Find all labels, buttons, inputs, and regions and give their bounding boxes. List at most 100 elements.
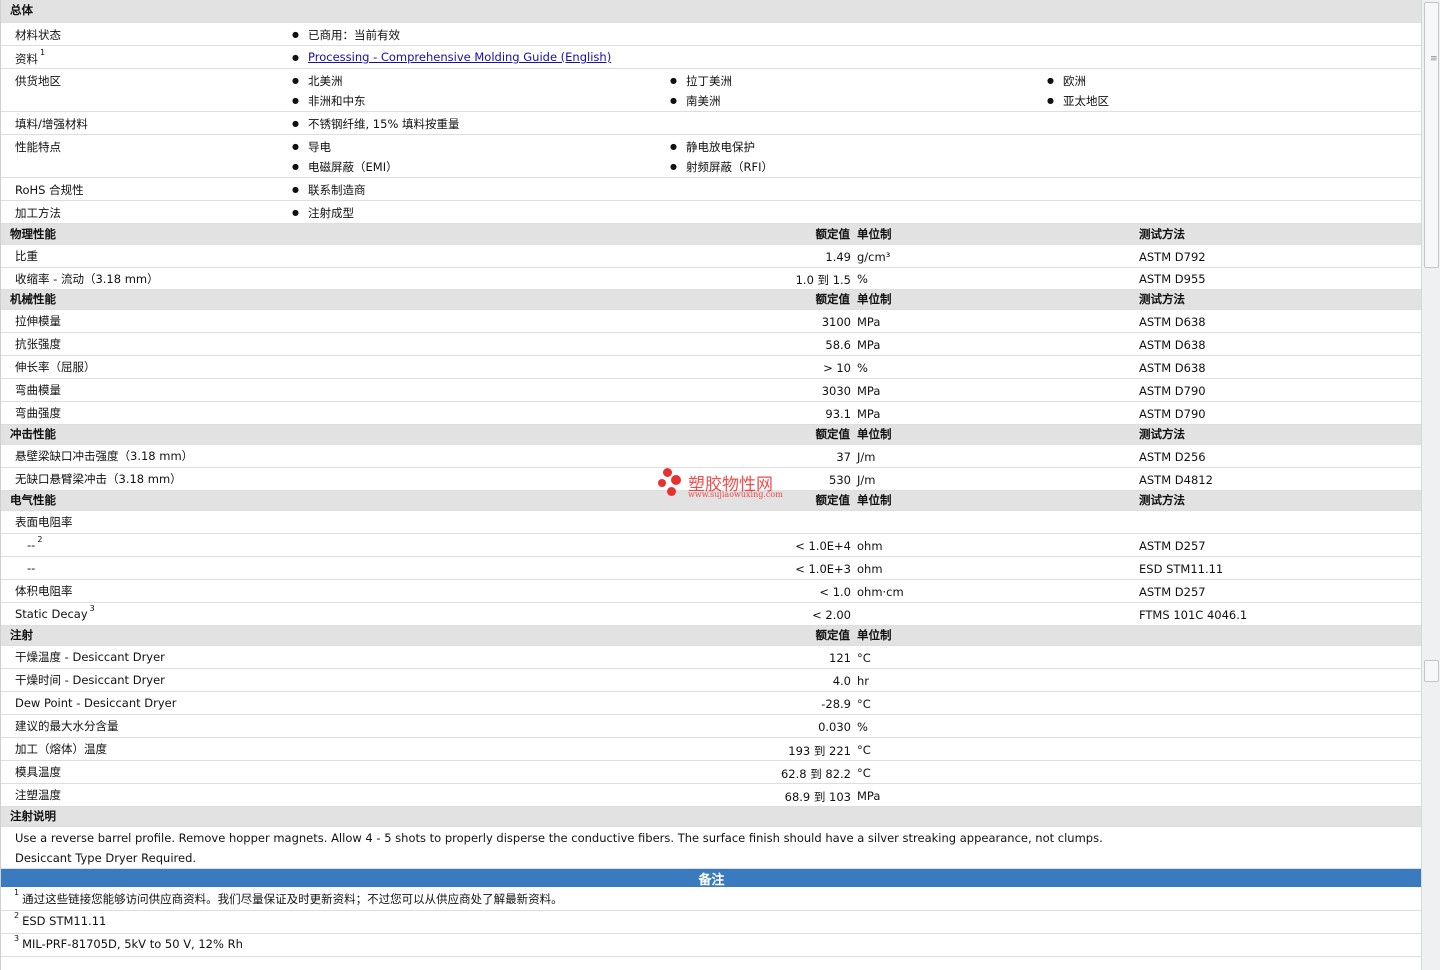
section-injection-notes: 注射说明 bbox=[1, 807, 1422, 827]
unit: J/m bbox=[857, 450, 876, 464]
bullet-item: 亚太地区 bbox=[1047, 93, 1109, 109]
banner-title: 备注 bbox=[698, 873, 725, 888]
test-method: ASTM D638 bbox=[1139, 315, 1206, 329]
col-unit-header: 单位制 bbox=[857, 628, 892, 642]
rated-value: < 1.0E+3 bbox=[795, 562, 851, 576]
vertical-scrollbar[interactable]: ≡ bbox=[1421, 0, 1440, 970]
table-row: -- 2 < 1.0E+4 ohm ASTM D257 bbox=[1, 534, 1422, 557]
row-label: 供货地区 bbox=[15, 74, 61, 88]
table-row: 加工（熔体）温度 193 到 221 °C bbox=[1, 738, 1422, 761]
watermark-dot bbox=[663, 468, 672, 477]
section-physical: 物理性能 额定值 单位制 测试方法 bbox=[1, 224, 1422, 245]
row-processing-method: 加工方法 注射成型 bbox=[1, 201, 1422, 224]
section-title: 注射 bbox=[10, 628, 33, 642]
table-row: 模具温度 62.8 到 82.2 °C bbox=[1, 761, 1422, 784]
col-unit-header: 单位制 bbox=[857, 292, 892, 306]
rated-value: 93.1 bbox=[825, 407, 851, 421]
property-name: 干燥时间 - Desiccant Dryer bbox=[15, 673, 165, 687]
test-method: ASTM D638 bbox=[1139, 361, 1206, 375]
section-title: 电气性能 bbox=[10, 493, 56, 507]
table-row: 弯曲强度 93.1 MPa ASTM D790 bbox=[1, 402, 1422, 425]
row-label: 材料状态 bbox=[15, 28, 61, 42]
test-method: ASTM D257 bbox=[1139, 585, 1206, 599]
test-method: ASTM D638 bbox=[1139, 338, 1206, 352]
rated-value: < 1.0E+4 bbox=[795, 539, 851, 553]
property-name: 伸长率（屈服） bbox=[15, 360, 96, 374]
property-name: 拉伸模量 bbox=[15, 314, 61, 328]
table-row: 注塑温度 68.9 到 103 MPa bbox=[1, 784, 1422, 807]
table-row: Static Decay 3 < 2.00 FTMS 101C 4046.1 bbox=[1, 603, 1422, 626]
footnote-ref: 3 bbox=[89, 604, 95, 613]
watermark-logo: 塑胶物性网 www.sujiaowuxing.com bbox=[657, 466, 797, 506]
rated-value: 68.9 到 103 bbox=[784, 790, 851, 804]
note-line: Desiccant Type Dryer Required. bbox=[15, 851, 197, 865]
test-method: ASTM D4812 bbox=[1139, 473, 1213, 487]
bullet-item: 射频屏蔽（RFI） bbox=[670, 159, 773, 175]
scrollbar-thumb[interactable]: ≡ bbox=[1424, 2, 1439, 268]
table-row: 拉伸模量 3100 MPa ASTM D638 bbox=[1, 310, 1422, 333]
property-name: 抗张强度 bbox=[15, 337, 61, 351]
col-method-header: 测试方法 bbox=[1139, 493, 1185, 507]
unit: hr bbox=[857, 674, 870, 688]
col-method-header: 测试方法 bbox=[1139, 227, 1185, 241]
test-method: ASTM D256 bbox=[1139, 450, 1206, 464]
col-rated-header: 额定值 bbox=[815, 427, 851, 441]
property-name: -- bbox=[27, 561, 36, 575]
rated-value: 3030 bbox=[821, 384, 851, 398]
row-material-status: 材料状态 已商用：当前有效 bbox=[1, 23, 1422, 46]
section-title: 机械性能 bbox=[10, 292, 56, 306]
section-title: 冲击性能 bbox=[10, 427, 56, 441]
col-unit-header: 单位制 bbox=[857, 427, 892, 441]
row-label: RoHS 合规性 bbox=[15, 183, 84, 197]
bullet-item: 非洲和中东 bbox=[292, 93, 365, 109]
injection-notes-body: Use a reverse barrel profile. Remove hop… bbox=[1, 827, 1422, 869]
watermark-dot bbox=[667, 487, 676, 496]
test-method: ASTM D790 bbox=[1139, 384, 1206, 398]
footnote: 1 通过这些链接您能够访问供应商资料。我们尽量保证及时更新资料；不过您可以从供应商… bbox=[14, 888, 563, 906]
bullet-item: 已商用：当前有效 bbox=[292, 27, 400, 43]
unit: ohm·cm bbox=[857, 585, 904, 599]
rated-value: 4.0 bbox=[832, 674, 851, 688]
scrollbar-thumb-lower[interactable] bbox=[1424, 660, 1439, 682]
watermark-dot bbox=[658, 479, 666, 487]
molding-guide-link[interactable]: Processing - Comprehensive Molding Guide… bbox=[308, 50, 611, 64]
property-name: 弯曲模量 bbox=[15, 383, 61, 397]
property-name: Dew Point - Desiccant Dryer bbox=[15, 696, 177, 710]
remarks-banner: 备注 bbox=[1, 869, 1422, 888]
rated-value: < 1.0 bbox=[819, 585, 851, 599]
footnote-row: 3 MIL-PRF-81705D, 5kV to 50 V, 12% Rh bbox=[1, 934, 1422, 957]
property-name: 模具温度 bbox=[15, 765, 61, 779]
bullet-item: Processing - Comprehensive Molding Guide… bbox=[292, 50, 611, 65]
rated-value: 3100 bbox=[821, 315, 851, 329]
rated-value: 1.49 bbox=[825, 250, 851, 264]
col-unit-header: 单位制 bbox=[857, 493, 892, 507]
unit: % bbox=[857, 720, 868, 734]
table-row: 伸长率（屈服） > 10 % ASTM D638 bbox=[1, 356, 1422, 379]
unit: % bbox=[857, 272, 868, 286]
bullet-item: 导电 bbox=[292, 139, 331, 155]
test-method: ASTM D955 bbox=[1139, 272, 1206, 286]
watermark-dot bbox=[671, 475, 681, 485]
row-documents: 资料1 Processing - Comprehensive Molding G… bbox=[1, 46, 1422, 69]
table-row: 比重 1.49 g/cm³ ASTM D792 bbox=[1, 245, 1422, 268]
unit: °C bbox=[857, 766, 871, 780]
rated-value: 530 bbox=[829, 473, 851, 487]
unit: MPa bbox=[857, 407, 881, 421]
bullet-item: 拉丁美洲 bbox=[670, 73, 732, 89]
unit: °C bbox=[857, 697, 871, 711]
footnote-row: 2 ESD STM11.11 bbox=[1, 911, 1422, 934]
footnote-ref: 2 bbox=[37, 535, 43, 544]
test-method: ASTM D257 bbox=[1139, 539, 1206, 553]
row-label: 性能特点 bbox=[15, 140, 61, 154]
bullet-item: 电磁屏蔽（EMI） bbox=[292, 159, 398, 175]
bullet-item: 北美洲 bbox=[292, 73, 342, 89]
row-rohs: RoHS 合规性 联系制造商 bbox=[1, 178, 1422, 201]
property-name: 弯曲强度 bbox=[15, 406, 61, 420]
test-method: FTMS 101C 4046.1 bbox=[1139, 608, 1248, 622]
table-row: 弯曲模量 3030 MPa ASTM D790 bbox=[1, 379, 1422, 402]
unit: ohm bbox=[857, 562, 883, 576]
grip-icon: ≡ bbox=[1430, 54, 1438, 64]
table-row: 抗张强度 58.6 MPa ASTM D638 bbox=[1, 333, 1422, 356]
rated-value: 0.030 bbox=[818, 720, 851, 734]
section-title: 物理性能 bbox=[10, 227, 56, 241]
